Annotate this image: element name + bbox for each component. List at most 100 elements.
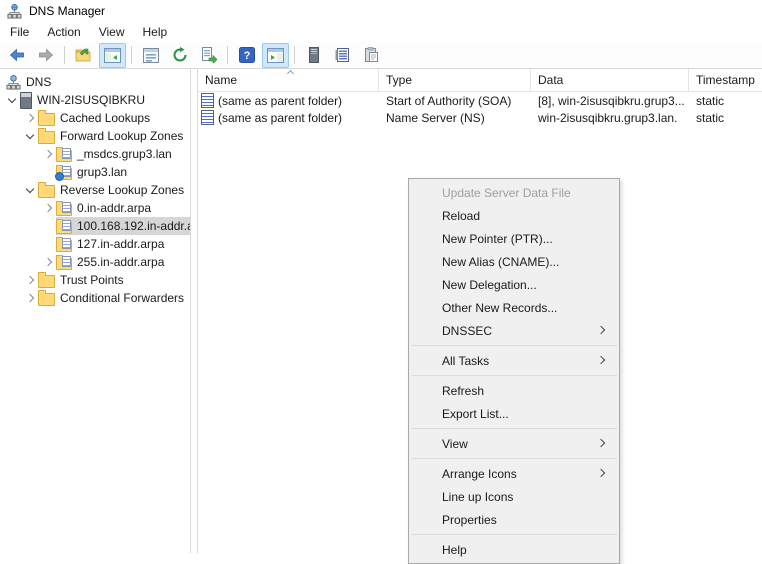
submenu-arrow-icon (598, 439, 607, 448)
console-tree-icon (104, 47, 121, 63)
menu-item-line-up-icons[interactable]: Line up Icons (409, 485, 619, 508)
tree-item-label: Reverse Lookup Zones (60, 183, 185, 197)
chevron-placeholder (40, 218, 56, 234)
refresh-button[interactable] (166, 43, 193, 68)
zone-icon (56, 219, 72, 234)
column-header-type[interactable]: Type (379, 69, 531, 91)
menu-item-help[interactable]: Help (409, 538, 619, 561)
tree-item-100-168-192-in-addr-arpa[interactable]: 100.168.192.in-addr.a (0, 217, 190, 235)
tree-item-label: Forward Lookup Zones (60, 129, 184, 143)
tree-item-255-in-addr-arpa[interactable]: 255.in-addr.arpa (0, 253, 190, 271)
dns-network-icon (6, 74, 21, 90)
chevron-collapsed-icon[interactable] (40, 254, 56, 270)
content-area: DNS WIN-2ISUSQIBKRU Cached Lookups Forwa… (0, 69, 762, 553)
folder-icon (38, 290, 55, 306)
zone-icon (56, 255, 72, 270)
menu-item-view[interactable]: View (409, 432, 619, 455)
show-hide-action-pane-button[interactable] (262, 42, 289, 68)
chevron-collapsed-icon[interactable] (22, 110, 38, 126)
menu-item-reload[interactable]: Reload (409, 204, 619, 227)
folder-icon (38, 272, 55, 288)
clipboard-button[interactable] (358, 43, 385, 68)
chevron-collapsed-icon[interactable] (22, 290, 38, 306)
tree-item-0-in-addr-arpa[interactable]: 0.in-addr.arpa (0, 199, 190, 217)
tree-item-conditional-forwarders[interactable]: Conditional Forwarders (0, 289, 190, 307)
menu-item-update-server-data-file: Update Server Data File (442, 185, 571, 200)
tree-item-dns[interactable]: DNS (0, 73, 190, 91)
tree-item-label: DNS (26, 75, 52, 89)
show-hide-console-tree-button[interactable] (99, 42, 126, 68)
menu-item-other-new-records[interactable]: Other New Records... (409, 296, 619, 319)
chevron-placeholder (40, 164, 56, 180)
help-button[interactable]: ? (233, 43, 260, 68)
column-header-timestamp[interactable]: Timestamp (689, 69, 762, 91)
tree-item-win-2isusqibkru[interactable]: WIN-2ISUSQIBKRU (0, 91, 190, 109)
toolbar-separator (227, 46, 228, 64)
menu-item-arrange-icons[interactable]: Arrange Icons (409, 462, 619, 485)
menu-item-properties[interactable]: Properties (409, 508, 619, 531)
menu-item-all-tasks[interactable]: All Tasks (409, 349, 619, 372)
menu-help[interactable]: Help (134, 23, 177, 41)
menu-view[interactable]: View (90, 23, 134, 41)
tree-item-label: 255.in-addr.arpa (77, 255, 165, 269)
menu-separator (411, 375, 617, 376)
record-icon (201, 93, 214, 108)
chevron-collapsed-icon[interactable] (40, 200, 56, 216)
address-list-button[interactable] (329, 43, 356, 68)
tree-item-trust-points[interactable]: Trust Points (0, 271, 190, 289)
context-menu: Update Server Data File Reload New Point… (408, 178, 620, 564)
export-list-icon (201, 47, 217, 63)
server-icon (308, 47, 320, 63)
menu-separator (411, 345, 617, 346)
menu-item-refresh[interactable]: Refresh (409, 379, 619, 402)
properties-button[interactable] (137, 43, 164, 68)
forward-button[interactable] (32, 43, 59, 68)
back-arrow-icon (9, 47, 25, 63)
window-title: DNS Manager (29, 4, 106, 18)
menu-item-new-alias-cname[interactable]: New Alias (CNAME)... (409, 250, 619, 273)
folder-icon (38, 128, 55, 144)
menu-separator (411, 428, 617, 429)
export-list-button[interactable] (195, 43, 222, 68)
server-button[interactable] (300, 43, 327, 68)
tree-item-cached-lookups[interactable]: Cached Lookups (0, 109, 190, 127)
tree-item-reverse-lookup-zones[interactable]: Reverse Lookup Zones (0, 181, 190, 199)
submenu-arrow-icon (598, 356, 607, 365)
zone-globe-icon (55, 165, 72, 181)
tree-item-msdcs-grup3-lan[interactable]: _msdcs.grup3.lan (0, 145, 190, 163)
tree-item-label: 127.in-addr.arpa (77, 237, 165, 251)
help-icon: ? (238, 47, 255, 63)
chevron-collapsed-icon[interactable] (22, 272, 38, 288)
chevron-collapsed-icon[interactable] (40, 146, 56, 162)
menu-item-dnssec[interactable]: DNSSEC (409, 319, 619, 342)
chevron-expanded-icon[interactable] (22, 128, 38, 144)
chevron-expanded-icon[interactable] (4, 92, 20, 108)
toolbar-separator (131, 46, 132, 64)
record-row-ns[interactable]: (same as parent folder) Name Server (NS)… (198, 109, 762, 126)
list-header: Name Type Data Timestamp (198, 69, 762, 92)
menu-item-export-list[interactable]: Export List... (409, 402, 619, 425)
record-row-soa[interactable]: (same as parent folder) Start of Authori… (198, 92, 762, 109)
tree-item-label: Conditional Forwarders (60, 291, 185, 305)
chevron-expanded-icon[interactable] (22, 182, 38, 198)
menu-file[interactable]: File (1, 23, 38, 41)
menu-action[interactable]: Action (38, 23, 89, 41)
selected-tree-item[interactable]: 100.168.192.in-addr.a (56, 217, 190, 235)
tree-item-label: grup3.lan (77, 165, 128, 179)
chevron-placeholder (40, 236, 56, 252)
tree-item-forward-lookup-zones[interactable]: Forward Lookup Zones (0, 127, 190, 145)
tree-item-grup3-lan[interactable]: grup3.lan (0, 163, 190, 181)
up-one-level-button[interactable] (70, 43, 97, 68)
tree-item-label: 0.in-addr.arpa (77, 201, 152, 215)
menu-item-new-delegation[interactable]: New Delegation... (409, 273, 619, 296)
zone-icon (56, 237, 72, 252)
menu-item-new-pointer-ptr[interactable]: New Pointer (PTR)... (409, 227, 619, 250)
tree-item-127-in-addr-arpa[interactable]: 127.in-addr.arpa (0, 235, 190, 253)
column-header-name[interactable]: Name (198, 69, 379, 91)
column-header-data[interactable]: Data (531, 69, 689, 91)
refresh-icon (172, 47, 188, 63)
back-button[interactable] (3, 43, 30, 68)
tree-item-label: Trust Points (60, 273, 124, 287)
zone-icon (56, 147, 72, 162)
toolbar-separator (294, 46, 295, 64)
